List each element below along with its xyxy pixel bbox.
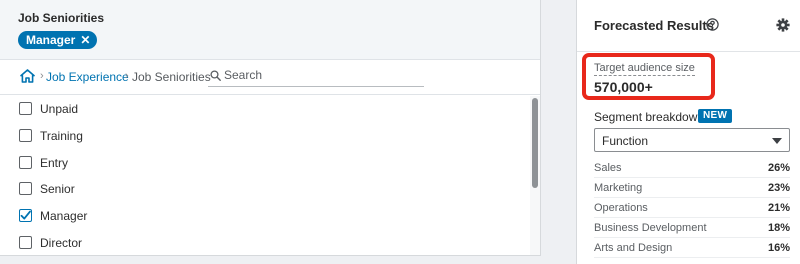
breakdown-name: Sales xyxy=(594,162,622,174)
checkbox[interactable] xyxy=(19,236,32,249)
forecast-panel: Forecasted Results Target audience size … xyxy=(576,0,800,264)
search-input[interactable] xyxy=(224,66,420,84)
breadcrumb: › Job Experience › Job Seniorities xyxy=(0,60,540,95)
forecast-header: Forecasted Results xyxy=(577,0,800,52)
option-training[interactable]: Training xyxy=(0,123,528,149)
home-icon[interactable] xyxy=(20,69,35,83)
option-entry[interactable]: Entry xyxy=(0,150,528,176)
breakdown-row: Sales 26% xyxy=(594,158,790,178)
section-title: Job Seniorities xyxy=(18,11,105,25)
remove-pill-icon[interactable]: ✕ xyxy=(80,34,90,46)
checkbox[interactable] xyxy=(19,156,32,169)
segment-breakdown-list: Sales 26% Marketing 23% Operations 21% B… xyxy=(577,152,800,264)
selected-seniority-pill[interactable]: Manager ✕ xyxy=(18,31,98,49)
breakdown-percent: 16% xyxy=(767,242,790,254)
breakdown-percent: 26% xyxy=(767,162,790,174)
forecast-title: Forecasted Results xyxy=(594,18,714,33)
chevron-down-icon xyxy=(772,138,782,144)
breakdown-row: Arts and Design 16% xyxy=(594,238,790,258)
options-scrollbar[interactable] xyxy=(530,96,540,255)
breakdown-name: Marketing xyxy=(594,182,643,194)
breakdown-name: Operations xyxy=(594,202,648,214)
breakdown-percent: 21% xyxy=(767,202,790,214)
breakdown-name: Arts and Design xyxy=(594,242,673,254)
breadcrumb-separator: › xyxy=(125,70,129,82)
option-unpaid[interactable]: Unpaid xyxy=(0,96,528,122)
checkbox-checked[interactable] xyxy=(19,209,32,222)
breakdown-row: Marketing 23% xyxy=(594,178,790,198)
checkbox[interactable] xyxy=(19,129,32,142)
seniority-header: Job Seniorities Manager ✕ xyxy=(0,0,540,60)
breakdown-percent: 18% xyxy=(767,222,790,234)
gear-icon[interactable] xyxy=(776,18,790,32)
checkbox[interactable] xyxy=(19,102,32,115)
option-senior[interactable]: Senior xyxy=(0,176,528,202)
seniority-options-list: Unpaid Training Entry Senior Manager Dir… xyxy=(0,96,528,255)
new-badge: NEW xyxy=(698,109,733,123)
segment-breakdown-label: Segment breakdown xyxy=(594,110,705,124)
breakdown-row: Business Development 18% xyxy=(594,218,790,238)
option-label: Manager xyxy=(40,209,88,223)
breadcrumb-job-experience[interactable]: Job Experience xyxy=(46,70,129,84)
option-director[interactable]: Director xyxy=(0,230,528,255)
option-label: Training xyxy=(40,129,83,143)
segment-dropdown[interactable]: Function xyxy=(594,128,790,152)
search-field xyxy=(208,65,424,87)
option-label: Senior xyxy=(40,182,75,196)
option-label: Entry xyxy=(40,156,69,170)
dropdown-value: Function xyxy=(602,134,649,148)
target-audience-label[interactable]: Target audience size xyxy=(594,61,695,76)
search-icon xyxy=(210,70,221,81)
breakdown-name: Business Development xyxy=(594,222,707,234)
breadcrumb-job-seniorities: Job Seniorities xyxy=(132,70,211,84)
checkbox[interactable] xyxy=(19,182,32,195)
breakdown-percent: 23% xyxy=(767,182,790,194)
scrollbar-thumb[interactable] xyxy=(532,98,538,188)
breadcrumb-separator: › xyxy=(40,70,44,82)
option-label: Director xyxy=(40,236,83,250)
breakdown-row: Operations 21% xyxy=(594,198,790,218)
option-label: Unpaid xyxy=(40,102,79,116)
targeting-panel: Job Seniorities Manager ✕ › Job Experien… xyxy=(0,0,541,256)
checkmark-icon xyxy=(20,210,31,220)
option-manager[interactable]: Manager xyxy=(0,203,528,229)
help-circle-icon[interactable] xyxy=(706,18,719,31)
target-audience-value: 570,000+ xyxy=(594,79,653,95)
pill-label: Manager xyxy=(26,33,76,47)
